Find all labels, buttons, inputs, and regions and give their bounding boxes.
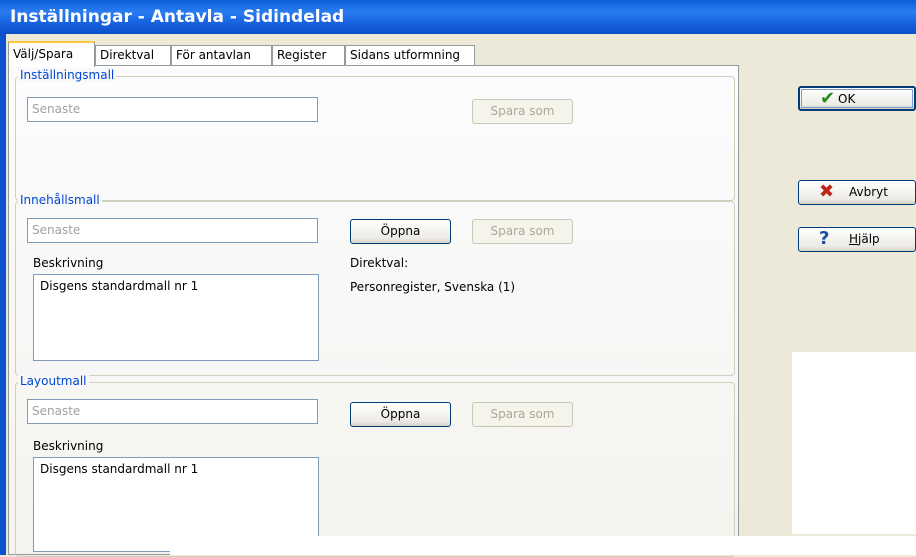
x-icon: ✖ (819, 181, 835, 202)
tab-for-antavlan[interactable]: För antavlan (171, 45, 272, 66)
ok-label: OK (838, 92, 856, 106)
tab-label: Direktval (100, 48, 155, 62)
innehallsmall-open-button[interactable]: Öppna (350, 219, 451, 244)
innehallsmall-description-text: Disgens standardmall nr 1 (40, 279, 199, 293)
innehallsmall-input[interactable]: Senaste (27, 218, 318, 243)
overlay-window-right (792, 352, 916, 534)
layoutmall-legend: Layoutmall (18, 374, 89, 388)
tab-panel: Inställningsmall Senaste Spara som Inneh… (8, 65, 739, 557)
window-title-bar[interactable]: Inställningar - Antavla - Sidindelad (0, 0, 916, 34)
window-title: Inställningar - Antavla - Sidindelad (10, 7, 345, 27)
installningsmall-legend: Inställningsmall (18, 68, 117, 82)
innehallsmall-description-label: Beskrivning (33, 256, 104, 270)
direktval-label: Direktval: (350, 256, 409, 270)
tab-label: Sidans utformning (350, 48, 461, 62)
direktval-value: Personregister, Svenska (1) (350, 280, 516, 294)
checkmark-icon: ✔ (820, 88, 836, 109)
tab-sidans-utformning[interactable]: Sidans utformning (345, 45, 475, 66)
innehallsmall-legend: Innehållsmall (18, 193, 102, 207)
cancel-label: Avbryt (849, 185, 888, 199)
help-label-mnemonic: H (849, 232, 859, 246)
help-label-rest: jälp (858, 232, 880, 246)
tab-register[interactable]: Register (272, 45, 345, 66)
innehallsmall-description-box[interactable]: Disgens standardmall nr 1 (33, 274, 319, 361)
tab-label: För antavlan (176, 48, 251, 62)
layoutmall-description-text: Disgens standardmall nr 1 (40, 462, 199, 476)
installningsmall-group: Inställningsmall (15, 68, 735, 201)
tab-label: Register (277, 48, 327, 62)
tab-valj-spara[interactable]: Välj/Spara (8, 41, 95, 67)
innehallsmall-save-as-button[interactable]: Spara som (472, 219, 573, 244)
tab-label: Välj/Spara (13, 47, 74, 61)
help-label: Hjälp (849, 228, 880, 250)
question-icon: ? (819, 228, 830, 249)
ok-button[interactable]: ✔ OK (798, 86, 916, 111)
cancel-button[interactable]: ✖ Avbryt (798, 180, 916, 205)
layoutmall-save-as-button[interactable]: Spara som (472, 402, 573, 427)
tab-direktval[interactable]: Direktval (95, 45, 171, 66)
layoutmall-description-label: Beskrivning (33, 439, 104, 453)
window-frame-left (0, 34, 6, 555)
help-button[interactable]: ? Hjälp (798, 227, 916, 252)
overlay-window-bottom (170, 536, 916, 555)
layoutmall-open-button[interactable]: Öppna (350, 402, 451, 427)
layoutmall-input[interactable]: Senaste (27, 399, 318, 424)
installningsmall-save-as-button[interactable]: Spara som (472, 99, 573, 124)
installningsmall-input[interactable]: Senaste (27, 97, 318, 122)
